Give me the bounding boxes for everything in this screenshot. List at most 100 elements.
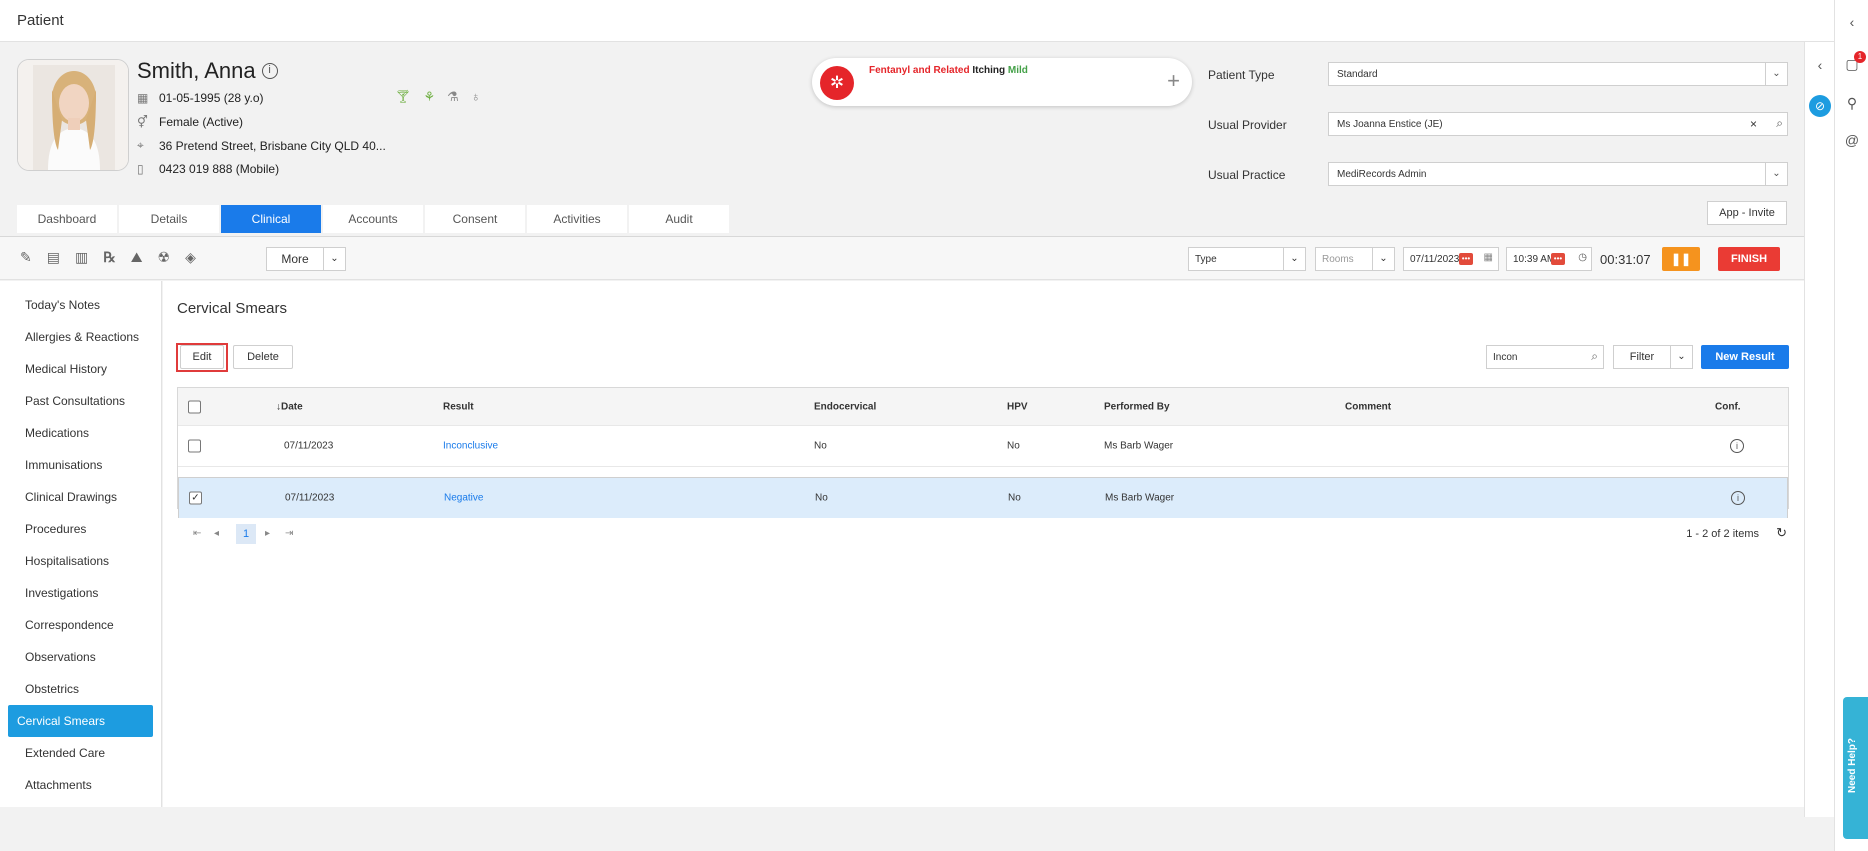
- pin-icon[interactable]: ⚲: [1840, 95, 1864, 112]
- column-header-hpv[interactable]: HPV: [1007, 401, 1028, 412]
- info-icon[interactable]: i: [1730, 439, 1744, 453]
- first-page-icon[interactable]: ⇤: [193, 528, 201, 539]
- sidebar-item-past-consultations[interactable]: Past Consultations: [8, 385, 153, 417]
- collapse-panel-icon[interactable]: ‹: [1808, 57, 1832, 73]
- sidebar-item-medical-history[interactable]: Medical History: [8, 353, 153, 385]
- column-header-conf[interactable]: Conf.: [1715, 401, 1741, 412]
- education-icon[interactable]: ◈: [185, 249, 196, 266]
- sidebar-item-extended-care[interactable]: Extended Care: [8, 737, 153, 769]
- tab-clinical[interactable]: Clinical: [221, 205, 323, 233]
- search-icon[interactable]: ⌕: [1776, 116, 1783, 131]
- column-header-endocervical[interactable]: Endocervical: [814, 401, 876, 412]
- sidebar-item-medications[interactable]: Medications: [8, 417, 153, 449]
- patient-info-icon[interactable]: i: [261, 63, 278, 79]
- search-icon[interactable]: ⌕: [1591, 349, 1598, 364]
- at-mention-icon[interactable]: @: [1840, 132, 1864, 148]
- sidebar-item-allergies[interactable]: Allergies & Reactions: [8, 321, 153, 353]
- last-page-icon[interactable]: ⇥: [285, 528, 293, 539]
- pregnancy-icon[interactable]: ♁: [471, 89, 481, 105]
- smoking-icon[interactable]: ⚘: [424, 89, 436, 105]
- prescription-icon[interactable]: ℞: [103, 249, 116, 266]
- usual-practice-value: MediRecords Admin: [1337, 169, 1427, 180]
- next-page-icon[interactable]: ▸: [265, 528, 270, 539]
- sidebar-item-clinical-drawings[interactable]: Clinical Drawings: [8, 481, 153, 513]
- filter-button[interactable]: Filter ⌄: [1613, 345, 1693, 369]
- edit-note-icon[interactable]: ✎: [20, 249, 32, 266]
- column-header-comment[interactable]: Comment: [1345, 401, 1391, 412]
- alcohol-icon[interactable]: 🍸︎: [395, 89, 412, 105]
- chevron-down-icon[interactable]: ⌄: [1372, 248, 1394, 270]
- column-header-date[interactable]: ↓Date: [276, 401, 303, 412]
- app-invite-button[interactable]: App - Invite: [1707, 201, 1787, 225]
- need-help-tab[interactable]: Need Help?: [1843, 697, 1868, 839]
- refresh-icon[interactable]: ↻: [1776, 525, 1787, 541]
- column-header-performed-by[interactable]: Performed By: [1104, 401, 1170, 412]
- calendar-icon: ▦: [137, 91, 149, 105]
- chevron-down-icon[interactable]: ⌄: [1765, 163, 1787, 185]
- tab-dashboard[interactable]: Dashboard: [17, 205, 119, 233]
- sidebar-item-correspondence[interactable]: Correspondence: [8, 609, 153, 641]
- sidebar-item-hospitalisations[interactable]: Hospitalisations: [8, 545, 153, 577]
- chevron-down-icon[interactable]: ⌄: [1765, 63, 1787, 85]
- date-value: 07/11/2023: [1410, 254, 1460, 265]
- chevron-down-icon[interactable]: ⌄: [1670, 346, 1692, 368]
- collapse-sidebar-icon[interactable]: ‹: [1840, 14, 1864, 30]
- clear-icon[interactable]: ×: [1750, 117, 1757, 131]
- tag-icon[interactable]: ⊘: [1808, 95, 1832, 117]
- allergy-alert-card[interactable]: ✲ Fentanyl and Related Itching Mild +: [812, 58, 1192, 106]
- sidebar-item-investigations[interactable]: Investigations: [8, 577, 153, 609]
- row-checkbox-checked[interactable]: ✓: [189, 491, 202, 505]
- sidebar-item-todays-notes[interactable]: Today's Notes: [8, 289, 153, 321]
- sidebar-item-attachments[interactable]: Attachments: [8, 769, 153, 801]
- patient-photo: [17, 59, 129, 171]
- patient-dob-row: ▦ 01-05-1995 (28 y.o): [137, 91, 264, 105]
- column-header-result[interactable]: Result: [443, 401, 474, 412]
- current-page[interactable]: 1: [236, 524, 256, 544]
- tab-details[interactable]: Details: [119, 205, 221, 233]
- need-help-label: Need Help?: [1847, 737, 1858, 793]
- sidebar-item-obstetrics[interactable]: Obstetrics: [8, 673, 153, 705]
- row-checkbox[interactable]: [188, 439, 201, 453]
- tab-accounts[interactable]: Accounts: [323, 205, 425, 233]
- hospital-icon[interactable]: ⛰: [131, 249, 143, 266]
- patient-type-value: Standard: [1337, 69, 1378, 80]
- tab-audit[interactable]: Audit: [629, 205, 731, 233]
- sidebar-item-observations[interactable]: Observations: [8, 641, 153, 673]
- pause-button[interactable]: ❚❚: [1662, 247, 1700, 271]
- table-row[interactable]: 07/11/2023 Inconclusive No No Ms Barb Wa…: [178, 426, 1788, 467]
- more-button[interactable]: More ⌄: [266, 247, 346, 271]
- request-icon[interactable]: ▤: [47, 249, 60, 266]
- finish-button[interactable]: FINISH: [1718, 247, 1780, 271]
- search-input[interactable]: Incon ⌕: [1486, 345, 1604, 369]
- row-result-link[interactable]: Inconclusive: [443, 441, 498, 452]
- add-alert-icon[interactable]: +: [1167, 68, 1180, 94]
- info-icon[interactable]: i: [1731, 491, 1745, 505]
- delete-button[interactable]: Delete: [233, 345, 293, 369]
- sidebar-item-cervical-smears[interactable]: Cervical Smears: [8, 705, 153, 737]
- type-select[interactable]: Type ⌄: [1188, 247, 1306, 271]
- patient-type-select[interactable]: Standard ⌄: [1328, 62, 1788, 86]
- tab-consent[interactable]: Consent: [425, 205, 527, 233]
- radiation-icon[interactable]: ☢: [158, 249, 171, 266]
- usual-provider-field[interactable]: Ms Joanna Enstice (JE) × ⌕: [1328, 112, 1788, 136]
- chevron-down-icon[interactable]: ⌄: [323, 248, 345, 270]
- time-field[interactable]: 10:39 AM ••• ◷: [1506, 247, 1592, 271]
- clock-icon[interactable]: ◷: [1578, 252, 1587, 263]
- usual-practice-select[interactable]: MediRecords Admin ⌄: [1328, 162, 1788, 186]
- sidebar-item-procedures[interactable]: Procedures: [8, 513, 153, 545]
- top-bar: Patient: [0, 0, 1834, 42]
- select-all-checkbox[interactable]: [188, 400, 201, 413]
- allergy-severity: Mild: [1007, 65, 1028, 76]
- table-row[interactable]: ✓ 07/11/2023 Negative No No Ms Barb Wage…: [178, 477, 1788, 518]
- tab-activities[interactable]: Activities: [527, 205, 629, 233]
- chevron-down-icon[interactable]: ⌄: [1283, 248, 1305, 270]
- prev-page-icon[interactable]: ◂: [214, 528, 219, 539]
- new-result-button[interactable]: New Result: [1701, 345, 1789, 369]
- recreational-drugs-icon[interactable]: ⚗: [447, 89, 459, 105]
- rooms-select[interactable]: Rooms ⌄: [1315, 247, 1395, 271]
- date-field[interactable]: 07/11/2023 ••• ▦: [1403, 247, 1499, 271]
- document-icon[interactable]: ▥: [75, 249, 88, 266]
- calendar-icon[interactable]: ▦: [1484, 252, 1493, 263]
- row-result-link[interactable]: Negative: [444, 493, 483, 504]
- sidebar-item-immunisations[interactable]: Immunisations: [8, 449, 153, 481]
